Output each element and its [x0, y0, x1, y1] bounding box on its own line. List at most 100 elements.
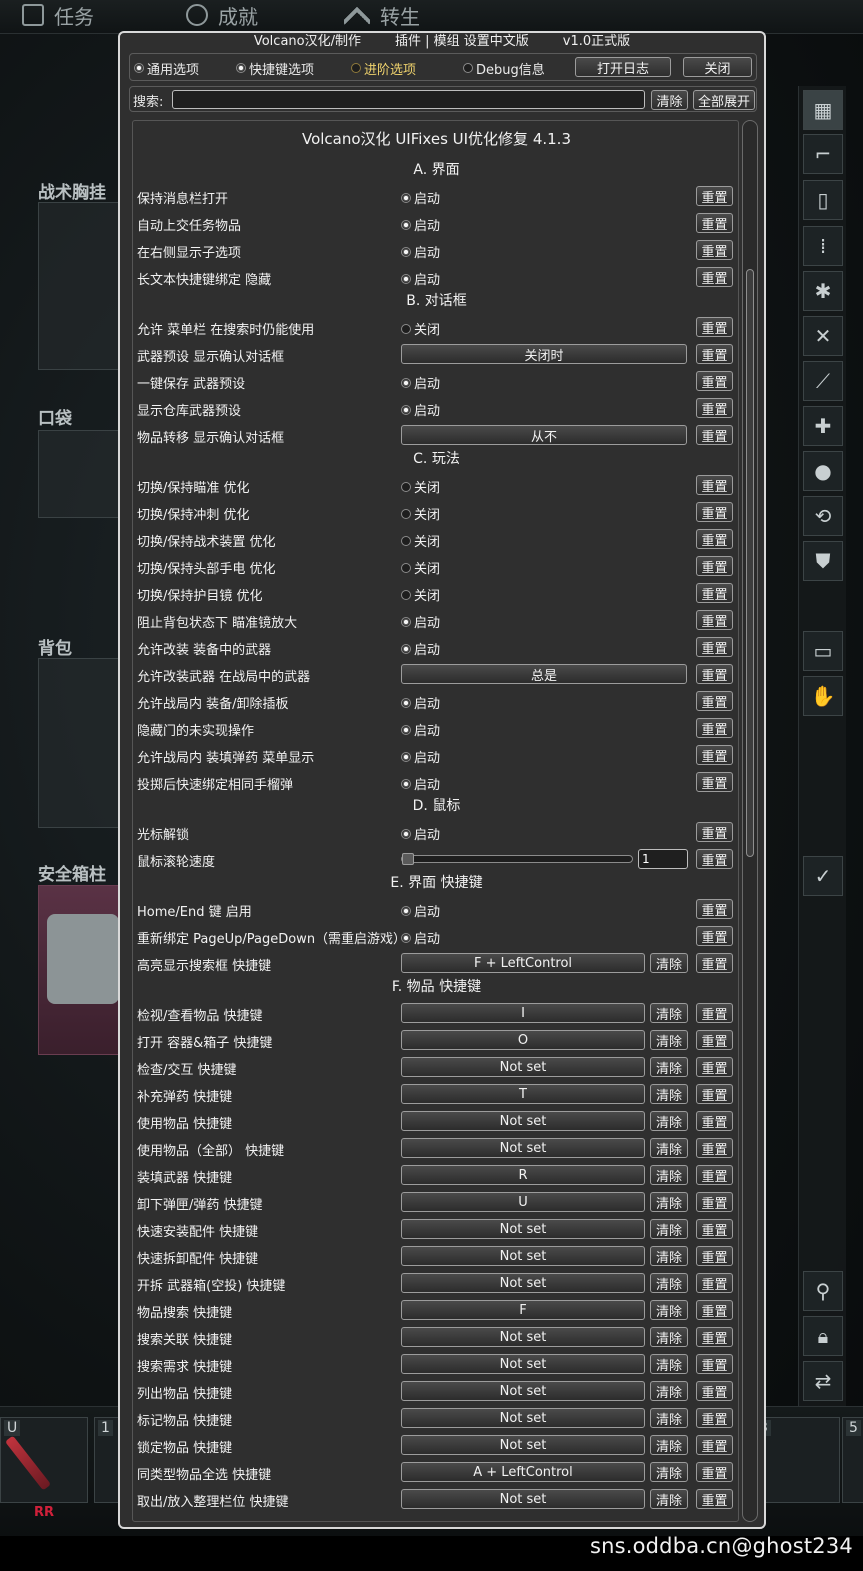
- clear-keybind-button[interactable]: 清除: [650, 1084, 688, 1104]
- keybind-field[interactable]: Not set: [401, 1219, 645, 1239]
- reset-button[interactable]: 重置: [696, 583, 733, 603]
- grid-view-icon[interactable]: ▦: [803, 90, 843, 130]
- tab-shortcuts[interactable]: 快捷键选项: [236, 58, 314, 78]
- checkmark-icon[interactable]: ✓: [803, 856, 843, 896]
- setting-toggle[interactable]: 启动: [401, 720, 440, 739]
- reset-button[interactable]: 重置: [696, 1084, 733, 1104]
- nav-achievements[interactable]: 成就: [186, 2, 258, 29]
- setting-toggle[interactable]: 启动: [401, 188, 440, 207]
- setting-toggle[interactable]: 关闭: [401, 531, 440, 550]
- clear-keybind-button[interactable]: 清除: [650, 1003, 688, 1023]
- keybind-field[interactable]: A + LeftControl: [401, 1462, 645, 1482]
- reset-button[interactable]: 重置: [696, 1030, 733, 1050]
- clear-keybind-button[interactable]: 清除: [650, 1435, 688, 1455]
- slider-knob[interactable]: [402, 853, 414, 865]
- reset-button[interactable]: 重置: [696, 1327, 733, 1347]
- setting-toggle[interactable]: 关闭: [401, 558, 440, 577]
- scroll-speed-slider[interactable]: [401, 853, 633, 865]
- vest-icon[interactable]: ⛊: [803, 541, 843, 581]
- clear-keybind-button[interactable]: 清除: [650, 1057, 688, 1077]
- clear-keybind-button[interactable]: 清除: [650, 953, 688, 973]
- keybind-field[interactable]: Not set: [401, 1408, 645, 1428]
- setting-toggle[interactable]: 启动: [401, 612, 440, 631]
- medkit-icon[interactable]: ✚: [803, 406, 843, 446]
- reset-button[interactable]: 重置: [696, 691, 733, 711]
- keybind-field[interactable]: F: [401, 1300, 645, 1320]
- secure-container-slot[interactable]: [38, 885, 128, 1055]
- reset-button[interactable]: 重置: [696, 822, 733, 842]
- reset-button[interactable]: 重置: [696, 1246, 733, 1266]
- keybind-field[interactable]: Not set: [401, 1435, 645, 1455]
- reset-button[interactable]: 重置: [696, 475, 733, 495]
- clear-keybind-button[interactable]: 清除: [650, 1408, 688, 1428]
- setting-toggle[interactable]: 启动: [401, 242, 440, 261]
- clear-keybind-button[interactable]: 清除: [650, 1381, 688, 1401]
- reset-button[interactable]: 重置: [696, 1489, 733, 1509]
- setting-toggle[interactable]: 关闭: [401, 477, 440, 496]
- keybind-field[interactable]: F + LeftControl: [401, 953, 645, 973]
- setting-toggle[interactable]: 启动: [401, 824, 440, 843]
- tools-icon[interactable]: ✕: [803, 316, 843, 356]
- reset-button[interactable]: 重置: [696, 1381, 733, 1401]
- reset-button[interactable]: 重置: [696, 1192, 733, 1212]
- setting-toggle[interactable]: 启动: [401, 693, 440, 712]
- tab-advanced[interactable]: 进阶选项: [351, 58, 416, 78]
- clear-keybind-button[interactable]: 清除: [650, 1489, 688, 1509]
- reset-button[interactable]: 重置: [696, 953, 733, 973]
- reset-button[interactable]: 重置: [696, 1435, 733, 1455]
- reset-button[interactable]: 重置: [696, 1057, 733, 1077]
- rifle-icon[interactable]: ⌐: [803, 134, 843, 174]
- clear-keybind-button[interactable]: 清除: [650, 1138, 688, 1158]
- setting-dropdown[interactable]: 关闭时: [401, 344, 687, 364]
- tab-general[interactable]: 通用选项: [134, 58, 199, 78]
- clear-keybind-button[interactable]: 清除: [650, 1300, 688, 1320]
- clear-keybind-button[interactable]: 清除: [650, 1462, 688, 1482]
- reset-button[interactable]: 重置: [696, 529, 733, 549]
- rig-slot[interactable]: [38, 202, 128, 370]
- reset-button[interactable]: 重置: [696, 1354, 733, 1374]
- scrollbar-thumb[interactable]: [746, 269, 754, 857]
- setting-toggle[interactable]: 启动: [401, 400, 440, 419]
- keybind-field[interactable]: Not set: [401, 1354, 645, 1374]
- backpack-slot[interactable]: [38, 658, 128, 828]
- setting-toggle[interactable]: 启动: [401, 901, 440, 920]
- clear-keybind-button[interactable]: 清除: [650, 1030, 688, 1050]
- reset-button[interactable]: 重置: [696, 745, 733, 765]
- setting-toggle[interactable]: 关闭: [401, 319, 440, 338]
- reset-button[interactable]: 重置: [696, 772, 733, 792]
- keybind-field[interactable]: I: [401, 1003, 645, 1023]
- setting-toggle[interactable]: 启动: [401, 774, 440, 793]
- keybind-field[interactable]: R: [401, 1165, 645, 1185]
- keybind-field[interactable]: U: [401, 1192, 645, 1212]
- reset-button[interactable]: 重置: [696, 317, 733, 337]
- clear-keybind-button[interactable]: 清除: [650, 1327, 688, 1347]
- keybind-field[interactable]: T: [401, 1084, 645, 1104]
- close-button[interactable]: 关闭: [683, 57, 752, 77]
- pockets-slot[interactable]: [38, 430, 128, 518]
- keybind-field[interactable]: Not set: [401, 1138, 645, 1158]
- search-input[interactable]: [172, 90, 645, 109]
- keybind-field[interactable]: Not set: [401, 1246, 645, 1266]
- nav-tasks[interactable]: 任务: [22, 2, 94, 29]
- keybind-field[interactable]: O: [401, 1030, 645, 1050]
- glove-icon[interactable]: ✋: [803, 676, 843, 716]
- expand-all-button[interactable]: 全部展开: [693, 90, 755, 110]
- reset-button[interactable]: 重置: [696, 425, 733, 445]
- reset-button[interactable]: 重置: [696, 1273, 733, 1293]
- keybind-field[interactable]: Not set: [401, 1381, 645, 1401]
- tab-debug[interactable]: Debug信息: [463, 58, 545, 78]
- reset-button[interactable]: 重置: [696, 1408, 733, 1428]
- reset-button[interactable]: 重置: [696, 186, 733, 206]
- pin-icon[interactable]: ⚲: [803, 1271, 843, 1311]
- clear-keybind-button[interactable]: 清除: [650, 1219, 688, 1239]
- swap-icon[interactable]: ⟲: [803, 496, 843, 536]
- reset-button[interactable]: 重置: [696, 1165, 733, 1185]
- setting-toggle[interactable]: 关闭: [401, 585, 440, 604]
- gear-icon[interactable]: ✱: [803, 271, 843, 311]
- setting-dropdown[interactable]: 总是: [401, 664, 687, 684]
- reset-button[interactable]: 重置: [696, 502, 733, 522]
- reset-button[interactable]: 重置: [696, 849, 733, 869]
- keybind-field[interactable]: Not set: [401, 1273, 645, 1293]
- nav-prestige[interactable]: 转生: [344, 2, 420, 29]
- quickslot-u[interactable]: U RR: [0, 1417, 88, 1520]
